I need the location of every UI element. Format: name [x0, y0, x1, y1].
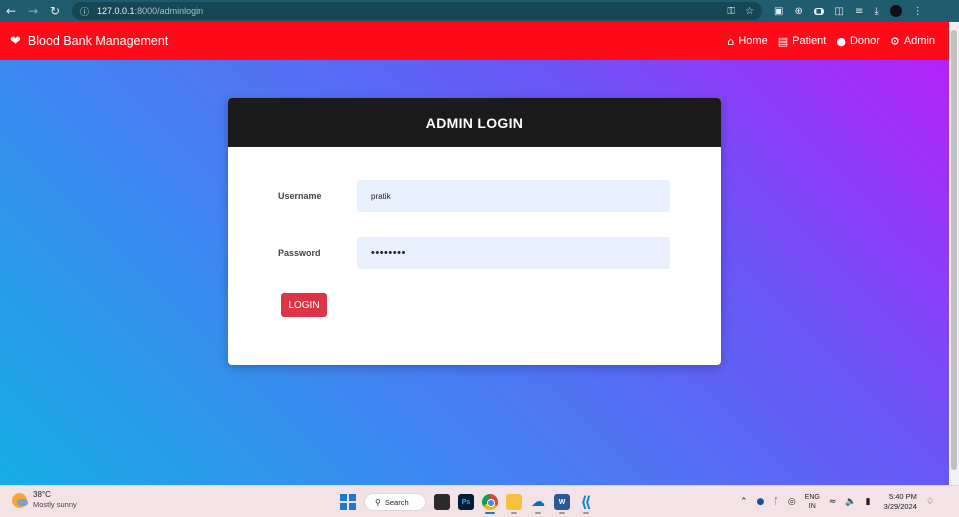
taskbar-apps: ⚲ Search Ps ☁ W ⟪ — [340, 490, 594, 514]
photoshop-label: Ps — [461, 498, 471, 506]
task-view-icon[interactable] — [434, 494, 450, 510]
weather-widget[interactable]: 38°C Mostly sunny — [12, 490, 77, 510]
url-path: :8000/adminlogin — [134, 6, 204, 16]
scrollbar-thumb[interactable] — [951, 30, 957, 470]
clock-date: 3/29/2024 — [883, 502, 917, 511]
windows-taskbar: 38°C Mostly sunny ⚲ Search Ps ☁ W ⟪ ⌃ ● … — [0, 485, 959, 517]
notification-bell-icon[interactable]: ♢ — [926, 497, 934, 507]
weather-condition: Mostly sunny — [33, 500, 77, 509]
reading-list-icon[interactable]: ≡ — [855, 6, 863, 17]
language-indicator[interactable]: ENG IN — [805, 493, 820, 511]
username-label: Username — [278, 191, 322, 201]
nav-donor-label: Donor — [849, 35, 880, 47]
wifi-icon[interactable]: ≈ — [829, 497, 837, 507]
vscode-icon[interactable]: ⟪ — [578, 493, 594, 514]
password-row: Password — [228, 237, 721, 269]
nav-home-label: Home — [738, 35, 768, 47]
login-card: ADMIN LOGIN Username Password LOGIN — [228, 98, 721, 365]
bed-icon: ▤ — [777, 34, 789, 48]
username-input[interactable] — [357, 180, 670, 212]
user-icon: ● — [836, 34, 846, 48]
image-extension-icon[interactable]: ▣ — [774, 6, 783, 17]
brand-link[interactable]: ❤ Blood Bank Management — [10, 34, 168, 49]
home-icon: ⌂ — [727, 34, 735, 48]
login-title: ADMIN LOGIN — [228, 98, 721, 147]
clock-app-icon[interactable]: ● — [757, 497, 765, 507]
nav-admin[interactable]: ⚙ Admin — [890, 35, 935, 48]
url-host: 127.0.0.1 — [97, 6, 135, 16]
reload-icon[interactable]: ↻ — [44, 0, 66, 22]
forward-icon[interactable]: → — [22, 0, 44, 22]
onedrive-icon[interactable]: ☁ — [530, 494, 546, 514]
search-label: Search — [384, 497, 409, 507]
nav-patient-label: Patient — [792, 35, 827, 47]
lang-line2: IN — [808, 503, 816, 510]
address-bar[interactable]: ⓘ 127.0.0.1:8000/adminlogin ⚿ ☆ — [72, 2, 762, 20]
bookmark-star-icon[interactable]: ☆ — [745, 6, 754, 17]
photoshop-icon[interactable]: Ps — [458, 494, 474, 510]
battery-icon[interactable]: ▮ — [866, 497, 871, 507]
nav-patient[interactable]: ▤ Patient — [778, 35, 827, 48]
site-info-icon[interactable]: ⓘ — [80, 5, 89, 18]
username-row: Username — [228, 180, 721, 212]
app-navbar: ❤ Blood Bank Management ⌂ Home ▤ Patient… — [0, 22, 949, 60]
nav-admin-label: Admin — [903, 35, 935, 47]
word-label: W — [558, 498, 566, 506]
file-explorer-icon[interactable] — [506, 494, 522, 514]
browser-toolbar: ← → ↻ ⓘ 127.0.0.1:8000/adminlogin ⚿ ☆ ▣ … — [0, 0, 959, 22]
profile-avatar[interactable] — [889, 5, 902, 17]
taskbar-clock[interactable]: 5:40 PM 3/29/2024 — [884, 492, 917, 512]
clock-time: 5:40 PM — [889, 492, 917, 501]
partly-sunny-icon — [12, 492, 28, 508]
password-label: Password — [278, 248, 321, 258]
login-button[interactable]: LOGIN — [281, 293, 327, 317]
taskbar-search[interactable]: ⚲ Search — [364, 493, 426, 511]
nav-home[interactable]: ⌂ Home — [727, 35, 767, 48]
system-tray: ⌃ ● ᚩ ◎ ENG IN ≈ 🔈 ▮ 5:40 PM 3/29/2024 ♢ — [740, 491, 934, 513]
download-icon[interactable]: ⤓ — [874, 6, 878, 17]
chrome-icon[interactable] — [482, 494, 498, 514]
back-icon[interactable]: ← — [0, 0, 22, 22]
bluetooth-icon[interactable]: ᚩ — [773, 497, 778, 507]
password-input[interactable] — [357, 237, 670, 269]
password-key-icon[interactable]: ⚿ — [727, 6, 735, 17]
user-cog-icon: ⚙ — [889, 34, 900, 48]
nav-links: ⌂ Home ▤ Patient ● Donor ⚙ Admin — [727, 35, 935, 48]
microphone-icon[interactable]: ◎ — [788, 497, 796, 507]
weather-temp: 38°C — [33, 490, 51, 499]
extensions-area: ▣ ⊕ ■ ◫ ≡ ⤓ ⋮ — [774, 5, 923, 17]
heartbeat-icon: ❤ — [10, 33, 21, 49]
browser-menu-icon[interactable]: ⋮ — [913, 6, 923, 17]
chevron-up-icon[interactable]: ⌃ — [740, 497, 748, 507]
nav-donor[interactable]: ● Donor — [836, 35, 880, 48]
lang-line1: ENG — [804, 494, 820, 501]
extension-badge-icon[interactable]: ■ — [813, 7, 824, 15]
windows-start-icon[interactable] — [340, 494, 356, 510]
brand-title: Blood Bank Management — [27, 34, 169, 48]
plus-circle-icon[interactable]: ⊕ — [794, 6, 802, 17]
search-icon: ⚲ — [375, 497, 381, 507]
puzzle-extensions-icon[interactable]: ◫ — [835, 6, 844, 17]
page-scrollbar[interactable] — [949, 22, 959, 485]
word-icon[interactable]: W — [554, 494, 570, 514]
volume-icon[interactable]: 🔈 — [845, 497, 856, 507]
